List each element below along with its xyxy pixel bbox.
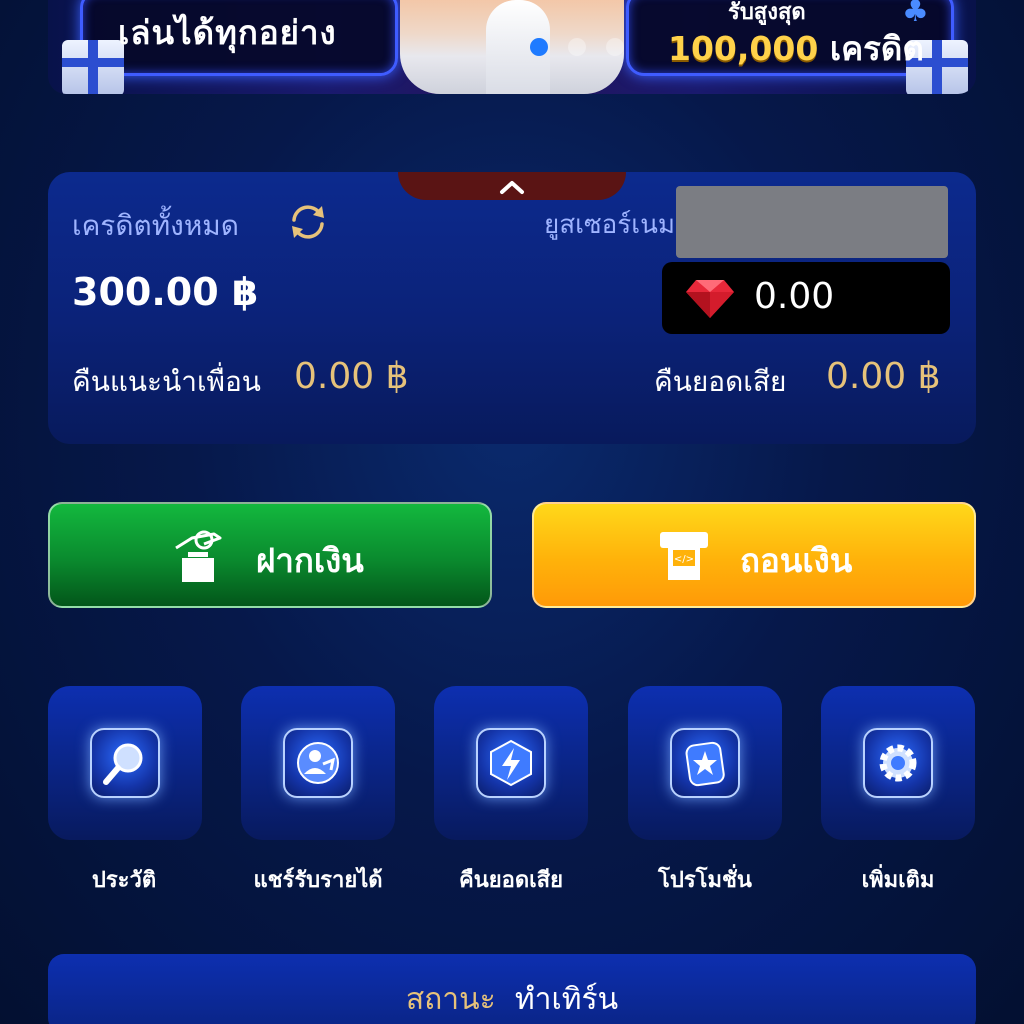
lightning-icon [490, 739, 532, 787]
withdraw-label: ถอนเงิน [740, 541, 853, 580]
svg-text:</>: </> [674, 554, 694, 565]
gem-value: 0.00 [754, 276, 835, 317]
gear-icon [879, 744, 917, 782]
banner-left-text: เล่นได้ทุกอย่าง [118, 13, 337, 52]
star-icon [685, 741, 725, 787]
user-share-icon [297, 742, 339, 784]
deposit-label: ฝากเงิน [256, 541, 364, 580]
tile-icon-frame [476, 728, 546, 798]
banner-right-amount: 100,000 เครดิต [668, 22, 924, 75]
menu-tile-history[interactable] [48, 686, 202, 840]
loss-cashback-value: 0.00 ฿ [826, 356, 941, 397]
menu-label-share-income[interactable]: แชร์รับรายได้ [218, 862, 418, 897]
referral-cashback-label: คืนแนะนำเพื่อน [72, 365, 261, 398]
deposit-hand-icon [175, 530, 222, 582]
ruby-gem-icon [686, 280, 734, 318]
promo-banner-carousel[interactable]: ♣ เล่นได้ทุกอย่าง รับสูงสุด 100,000 เครด… [48, 0, 976, 94]
status-value: ทำเทิร์น [514, 982, 619, 1017]
gift-box-icon [62, 40, 124, 94]
username-label: ยูสเซอร์เนม [544, 210, 676, 240]
loss-cashback-label: คืนยอดเสีย [654, 365, 787, 398]
collapse-toggle[interactable] [398, 172, 626, 200]
wallet-page: ♣ เล่นได้ทุกอย่าง รับสูงสุด 100,000 เครด… [0, 0, 1024, 1024]
banner-amount-unit: เครดิต [829, 29, 924, 68]
menu-label-cashback[interactable]: คืนยอดเสีย [411, 862, 611, 897]
username-redacted [676, 186, 948, 258]
tile-icon-frame [863, 728, 933, 798]
refresh-icon[interactable] [286, 200, 330, 244]
carousel-dot[interactable] [606, 38, 624, 56]
credit-summary-card: เครดิตทั้งหมด 300.00 ฿ ยูสเซอร์เนม 0.00 … [48, 172, 976, 444]
menu-label-history[interactable]: ประวัติ [24, 862, 224, 897]
turnover-status-bar: สถานะ ทำเทิร์น [48, 954, 976, 1024]
atm-withdraw-icon: </> [660, 532, 708, 580]
gem-balance-box: 0.00 [662, 262, 950, 334]
chevron-up-icon [500, 181, 524, 194]
menu-tile-more[interactable] [821, 686, 975, 840]
menu-tile-promotion[interactable] [628, 686, 782, 840]
status-label: สถานะ [405, 982, 496, 1017]
carousel-dot[interactable] [568, 38, 586, 56]
banner-amount-number: 100,000 [668, 29, 819, 68]
referral-cashback-value: 0.00 ฿ [294, 356, 409, 397]
carousel-dot[interactable] [530, 38, 548, 56]
menu-label-more[interactable]: เพิ่มเติม [798, 862, 998, 897]
search-icon [103, 743, 143, 785]
tile-icon-frame [283, 728, 353, 798]
total-credit-label: เครดิตทั้งหมด [72, 209, 239, 242]
carousel-dots [530, 38, 624, 56]
tile-icon-frame [90, 728, 160, 798]
menu-label-promotion[interactable]: โปรโมชั่น [605, 862, 805, 897]
withdraw-button[interactable]: </> ถอนเงิน [532, 502, 976, 608]
deposit-button[interactable]: ฝากเงิน [48, 502, 492, 608]
credit-balance: 300.00 ฿ [72, 270, 259, 314]
tile-icon-frame [670, 728, 740, 798]
menu-tile-share-income[interactable] [241, 686, 395, 840]
menu-tile-cashback[interactable] [434, 686, 588, 840]
